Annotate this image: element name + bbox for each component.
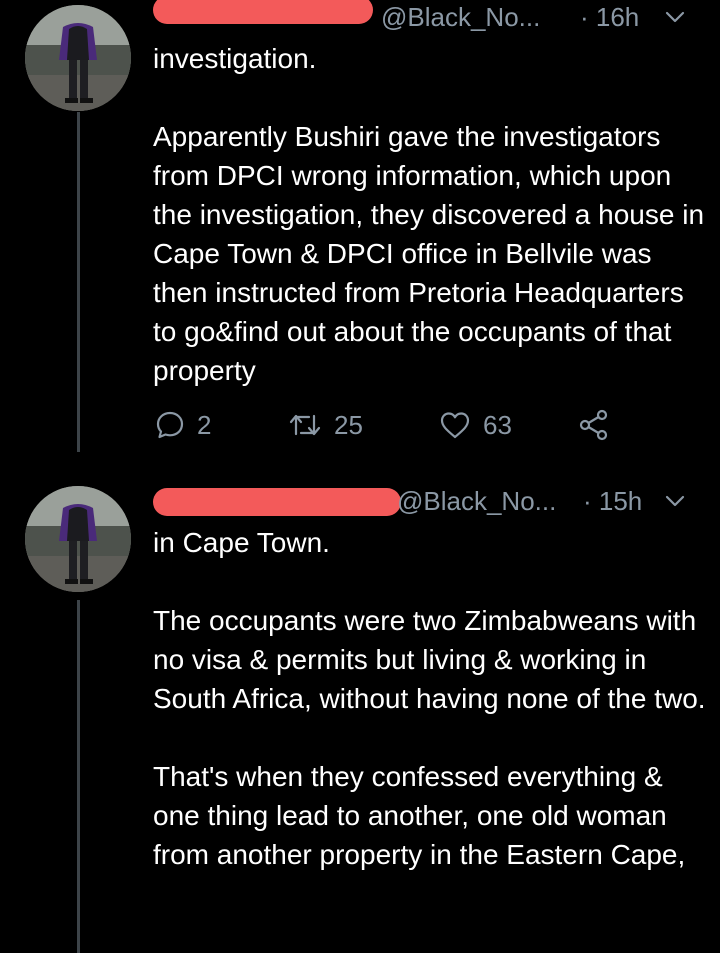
avatar[interactable] [25, 486, 131, 592]
redaction-mark [153, 0, 373, 24]
tweet-paragraph: investigation. [153, 43, 317, 74]
user-handle[interactable]: @Black_No... [397, 486, 556, 517]
tweet-paragraph: in Cape Town. [153, 527, 330, 558]
retweet-icon [289, 414, 321, 436]
redaction-mark [153, 488, 401, 516]
chevron-down-icon[interactable] [664, 6, 686, 28]
like-count: 63 [483, 409, 512, 440]
retweet-count: 25 [334, 409, 363, 440]
tweet-paragraph: That's when they confessed everything & … [153, 761, 686, 870]
share-icon [579, 409, 608, 441]
timestamp[interactable]: · 16h [580, 2, 639, 33]
share-button[interactable] [578, 408, 610, 442]
tweet-2[interactable]: @Black_No... · 15h in Cape Town. The occ… [0, 480, 720, 953]
reply-count: 2 [197, 409, 212, 440]
retweet-button[interactable]: 25 [288, 408, 363, 442]
tweet-paragraph: Apparently Bushiri gave the investigator… [153, 121, 705, 386]
avatar-photo [25, 5, 131, 111]
like-button[interactable]: 63 [439, 408, 512, 442]
tweet-text: investigation. Apparently Bushiri gave t… [153, 39, 713, 390]
avatar[interactable] [25, 5, 131, 111]
like-icon [440, 412, 470, 439]
tweet-header: @Black_No... · 15h [153, 486, 696, 522]
tweet-paragraph: The occupants were two Zimbabweans with … [153, 605, 706, 714]
tweet-1[interactable]: @Black_No... · 16h investigation. Appare… [0, 0, 720, 460]
avatar-photo [25, 486, 131, 592]
timestamp[interactable]: · 15h [583, 486, 642, 517]
reply-button[interactable]: 2 [155, 408, 211, 442]
chevron-down-icon[interactable] [664, 490, 686, 512]
reply-icon [156, 411, 184, 439]
tweet-text: in Cape Town. The occupants were two Zim… [153, 523, 713, 874]
tweet-header: @Black_No... · 16h [153, 0, 696, 38]
user-handle[interactable]: @Black_No... [381, 2, 540, 33]
